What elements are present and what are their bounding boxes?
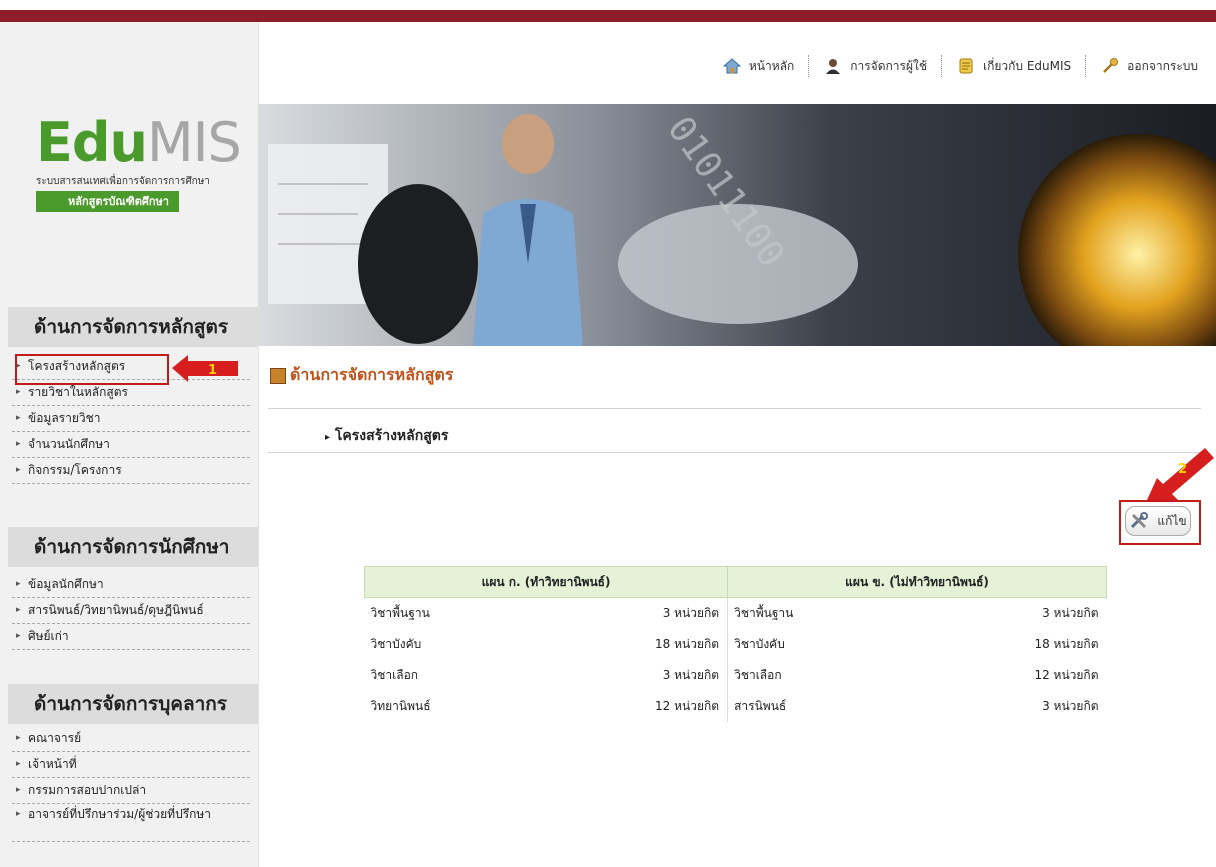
book-icon	[270, 367, 286, 384]
key-icon	[1103, 58, 1119, 73]
divider	[268, 452, 1201, 453]
nav-separator	[1085, 55, 1087, 77]
sidebar-item-student-info[interactable]: ▸ ข้อมูลนักศึกษา	[12, 572, 250, 598]
bullet-icon: ▸	[16, 733, 21, 743]
logo-edu: Edu	[36, 111, 148, 174]
sidebar-item-co-advisor[interactable]: ▸ อาจารย์ที่ปรึกษาร่วม/ผู้ช่วยที่ปรึกษา	[12, 804, 250, 842]
header-banner-image: 01011100	[258, 104, 1216, 346]
logo-program: หลักสูตรบัณฑิตศึกษา	[36, 191, 179, 212]
scroll-icon	[959, 58, 973, 74]
table-row: วิชาพื้นฐาน 3 หน่วยกิต วิชาพื้นฐาน 3 หน่…	[365, 597, 1107, 629]
bullet-icon: ▸	[16, 579, 21, 589]
page-subtitle: ▸ โครงสร้างหลักสูตร	[325, 428, 449, 444]
plan-a-header: แผน ก. (ทำวิทยานิพนธ์)	[363, 566, 729, 598]
bullet-icon: ▸	[16, 785, 21, 795]
section-title: ด้านการจัดการหลักสูตร	[270, 363, 453, 388]
annotation-highlight-1	[15, 354, 169, 385]
chevron-right-icon: ▸	[325, 432, 331, 443]
sidebar-item-course-info[interactable]: ▸ ข้อมูลรายวิชา	[12, 406, 250, 432]
bullet-icon: ▸	[16, 413, 21, 423]
nav-about[interactable]: เกี่ยวกับ EduMIS	[957, 57, 1071, 76]
bullet-icon: ▸	[16, 605, 21, 615]
nav-user-management[interactable]: การจัดการผู้ใช้	[824, 57, 927, 76]
bullet-icon: ▸	[16, 465, 21, 475]
top-bar	[0, 10, 1216, 22]
bullet-icon: ▸	[16, 759, 21, 769]
top-nav: หน้าหลัก การจัดการผู้ใช้ เกี่ยวกับ EduMI…	[722, 55, 1198, 77]
sidebar-section-curriculum: ด้านการจัดการหลักสูตร	[8, 307, 258, 347]
nav-separator	[941, 55, 943, 77]
logo-tagline: ระบบสารสนเทศเพื่อการจัดการการศึกษา	[36, 176, 210, 187]
bullet-icon: ▸	[16, 631, 21, 641]
plan-b-header: แผน ข. (ไม่ทำวิทยานิพนธ์)	[727, 566, 1107, 598]
sidebar-item-faculty[interactable]: ▸ คณาจารย์	[12, 726, 250, 752]
nav-logout[interactable]: ออกจากระบบ	[1101, 57, 1198, 76]
edumis-logo[interactable]: EduMIS ระบบสารสนเทศเพื่อการจัดการการศึกษ…	[36, 111, 242, 242]
sidebar-item-student-count[interactable]: ▸ จำนวนนักศึกษา	[12, 432, 250, 458]
sidebar-item-staff[interactable]: ▸ เจ้าหน้าที่	[12, 752, 250, 778]
divider	[268, 408, 1201, 409]
curriculum-plan-table: แผน ก. (ทำวิทยานิพนธ์) แผน ข. (ไม่ทำวิทย…	[363, 566, 1107, 722]
sidebar-menu-personnel: ▸ คณาจารย์ ▸ เจ้าหน้าที่ ▸ กรรมการสอบปากเปล…	[12, 726, 250, 842]
sidebar-section-students: ด้านการจัดการนักศึกษา	[8, 527, 258, 567]
table-row: วิชาบังคับ 18 หน่วยกิต วิชาบังคับ 18 หน่…	[365, 629, 1107, 660]
table-row: วิชาเลือก 3 หน่วยกิต วิชาเลือก 12 หน่วยก…	[365, 660, 1107, 691]
user-icon	[826, 59, 841, 74]
bullet-icon: ▸	[16, 439, 21, 449]
annotation-number-2: 2	[1178, 462, 1187, 477]
nav-separator	[808, 55, 810, 77]
table-row: วิทยานิพนธ์ 12 หน่วยกิต สารนิพนธ์ 3 หน่ว…	[365, 691, 1107, 722]
nav-home[interactable]: หน้าหลัก	[722, 57, 794, 76]
annotation-arrow-2: 2	[1147, 448, 1214, 500]
sidebar-section-personnel: ด้านการจัดการบุคลากร	[8, 684, 258, 724]
sidebar-item-alumni[interactable]: ▸ ศิษย์เก่า	[12, 624, 250, 650]
home-icon	[722, 58, 741, 74]
sidebar-item-activities[interactable]: ▸ กิจกรรม/โครงการ	[12, 458, 250, 484]
sidebar-item-theses[interactable]: ▸ สารนิพนธ์/วิทยานิพนธ์/ดุษฎีนิพนธ์	[12, 598, 250, 624]
annotation-highlight-2	[1119, 500, 1201, 545]
sidebar-menu-students: ▸ ข้อมูลนักศึกษา ▸ สารนิพนธ์/วิทยานิพนธ์/ด…	[12, 572, 250, 650]
logo-mis: MIS	[147, 111, 242, 174]
sidebar-item-oral-exam-committee[interactable]: ▸ กรรมการสอบปากเปล่า	[12, 778, 250, 804]
bullet-icon: ▸	[16, 809, 21, 819]
